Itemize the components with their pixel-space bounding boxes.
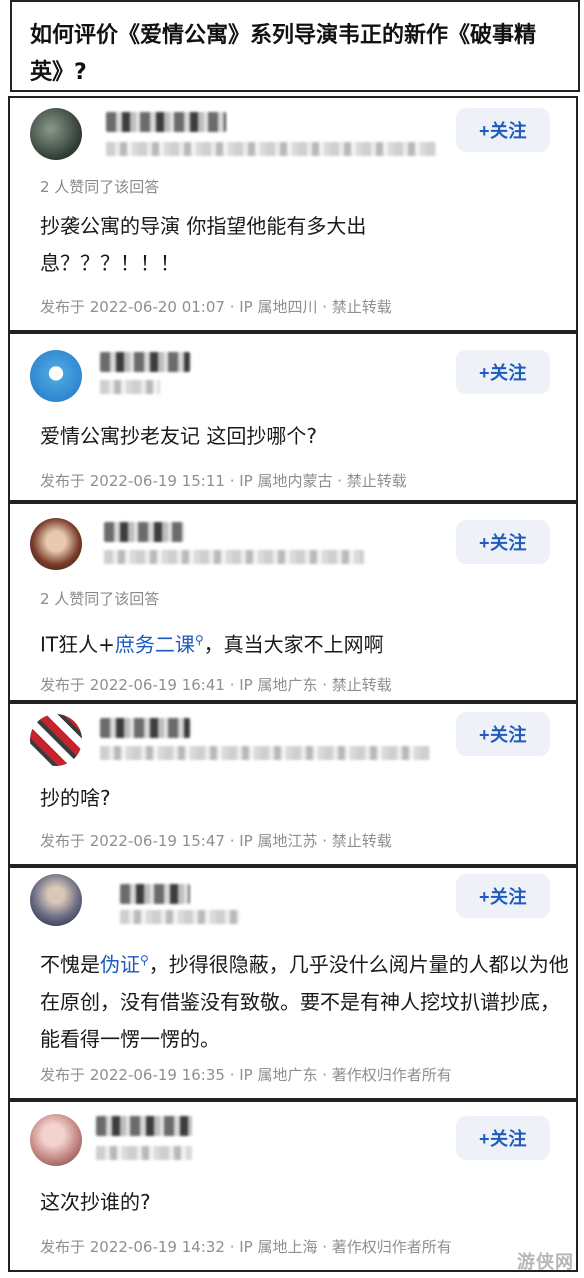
question-title: 如何评价《爱情公寓》系列导演韦正的新作《破事精英》? bbox=[30, 23, 537, 85]
avatar[interactable] bbox=[30, 1114, 82, 1166]
agree-count: 2 人赞同了该回答 bbox=[40, 590, 160, 608]
watermark-logo: 游侠网 bbox=[517, 1252, 574, 1273]
user-bio-blurred bbox=[120, 910, 240, 924]
avatar[interactable] bbox=[30, 108, 82, 160]
search-link[interactable]: 庶务二课 bbox=[115, 633, 195, 657]
follow-button[interactable]: +关注 bbox=[456, 520, 550, 564]
user-bio-blurred bbox=[96, 1146, 192, 1160]
answer-card: +关注 爱情公寓抄老友记 这回抄哪个? 发布于 2022-06-19 15:11… bbox=[8, 332, 578, 502]
answer-meta: 发布于 2022-06-19 15:47 · IP 属地江苏 · 禁止转载 bbox=[40, 832, 392, 850]
answer-card: +关注 2 人赞同了该回答 IT狂人+庶务二课⚲，真当大家不上网啊 发布于 20… bbox=[8, 502, 578, 702]
answer-meta: 发布于 2022-06-19 14:32 · IP 属地上海 · 著作权归作者所… bbox=[40, 1238, 452, 1256]
question-header: 如何评价《爱情公寓》系列导演韦正的新作《破事精英》? bbox=[10, 0, 580, 92]
user-bio-blurred bbox=[100, 746, 430, 760]
answer-content: IT狂人+庶务二课⚲，真当大家不上网啊 bbox=[40, 622, 560, 664]
answer-meta: 发布于 2022-06-19 15:11 · IP 属地内蒙古 · 禁止转载 bbox=[40, 472, 407, 490]
username-blurred[interactable] bbox=[120, 884, 190, 904]
follow-button[interactable]: +关注 bbox=[456, 712, 550, 756]
user-bio-blurred bbox=[100, 380, 160, 394]
avatar[interactable] bbox=[30, 874, 82, 926]
answer-content: 不愧是伪证⚲，抄得很隐蔽，几乎没什么阅片量的人都以为他在原创，没有借鉴没有致敬。… bbox=[40, 942, 570, 1058]
answer-text: ，真当大家不上网啊 bbox=[203, 632, 384, 657]
answer-content: 抄袭公寓的导演 你指望他能有多大出息？？？！！！ bbox=[40, 214, 367, 275]
answer-meta: 发布于 2022-06-19 16:35 · IP 属地广东 · 著作权归作者所… bbox=[40, 1066, 452, 1084]
user-bio-blurred bbox=[104, 550, 364, 564]
answer-content: 这次抄谁的? bbox=[40, 1190, 151, 1214]
search-icon: ⚲ bbox=[194, 633, 204, 647]
username-blurred[interactable] bbox=[100, 352, 190, 372]
user-bio-blurred bbox=[106, 142, 436, 156]
answer-card: +关注 不愧是伪证⚲，抄得很隐蔽，几乎没什么阅片量的人都以为他在原创，没有借鉴没… bbox=[8, 866, 578, 1100]
agree-count: 2 人赞同了该回答 bbox=[40, 178, 160, 196]
avatar[interactable] bbox=[30, 714, 82, 766]
search-link[interactable]: 伪证 bbox=[100, 953, 140, 977]
follow-button[interactable]: +关注 bbox=[456, 1116, 550, 1160]
answer-content: 抄的啥? bbox=[40, 786, 111, 810]
username-blurred[interactable] bbox=[104, 522, 184, 542]
follow-button[interactable]: +关注 bbox=[456, 874, 550, 918]
follow-button[interactable]: +关注 bbox=[456, 108, 550, 152]
avatar[interactable] bbox=[30, 350, 82, 402]
answer-meta: 发布于 2022-06-20 01:07 · IP 属地四川 · 禁止转载 bbox=[40, 298, 392, 316]
username-blurred[interactable] bbox=[106, 112, 226, 132]
answer-card: +关注 抄的啥? 发布于 2022-06-19 15:47 · IP 属地江苏 … bbox=[8, 702, 578, 866]
answer-card: +关注 2 人赞同了该回答 抄袭公寓的导演 你指望他能有多大出息？？？！！！ 发… bbox=[8, 96, 578, 332]
avatar[interactable] bbox=[30, 518, 82, 570]
follow-button[interactable]: +关注 bbox=[456, 350, 550, 394]
username-blurred[interactable] bbox=[96, 1116, 192, 1136]
answer-meta: 发布于 2022-06-19 16:41 · IP 属地广东 · 禁止转载 bbox=[40, 676, 392, 694]
answer-card: +关注 这次抄谁的? 发布于 2022-06-19 14:32 · IP 属地上… bbox=[8, 1100, 578, 1272]
answer-text: 不愧是 bbox=[40, 952, 100, 977]
answer-content: 爱情公寓抄老友记 这回抄哪个? bbox=[40, 424, 317, 448]
answer-text: IT狂人+ bbox=[40, 632, 115, 657]
username-blurred[interactable] bbox=[100, 718, 190, 738]
search-icon: ⚲ bbox=[140, 953, 149, 967]
